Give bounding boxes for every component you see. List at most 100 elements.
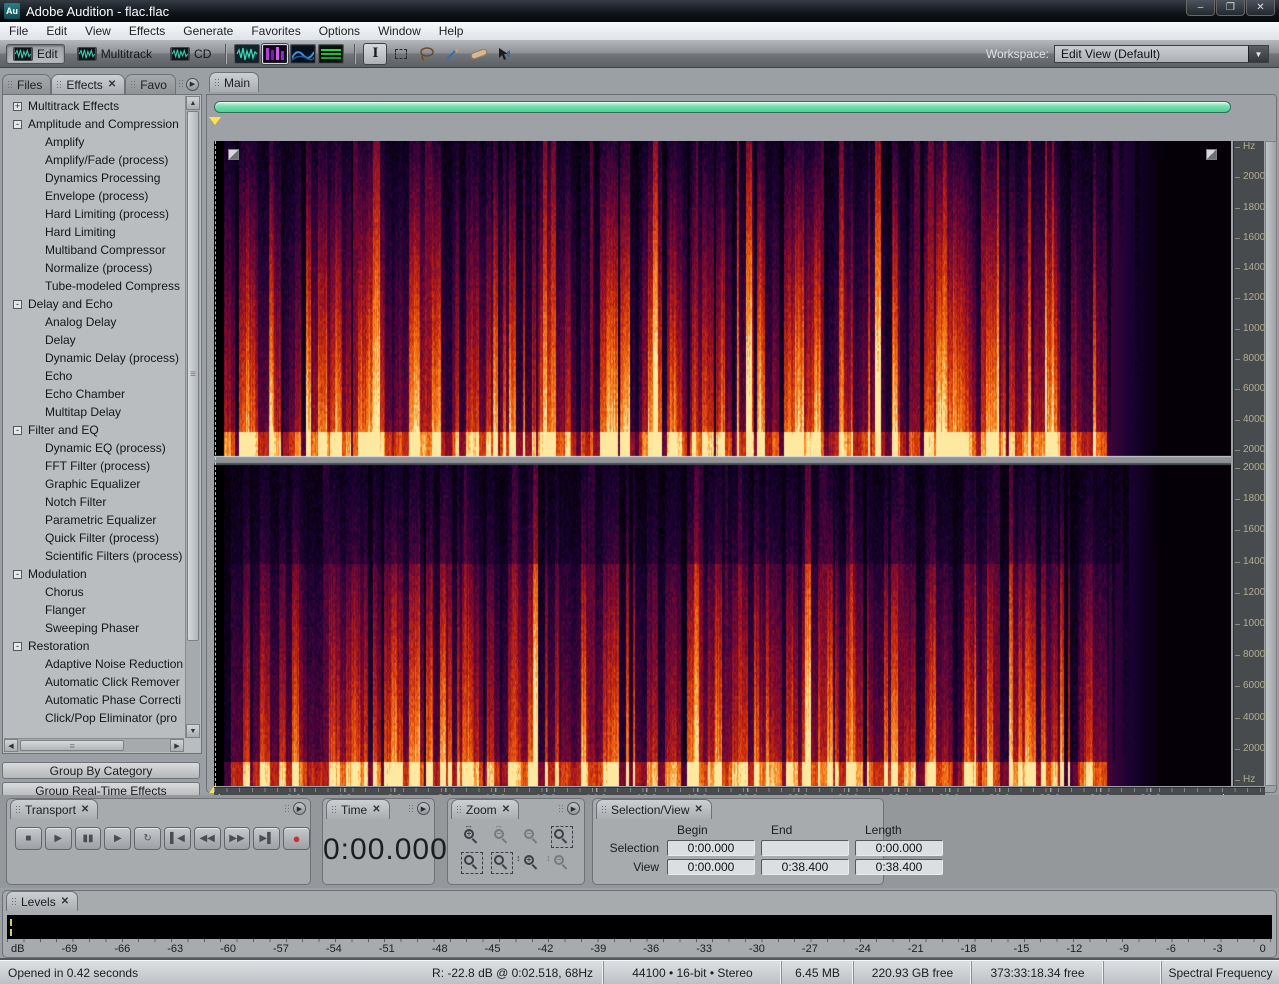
tab-favorites[interactable]: Favo [125,74,176,94]
workspace-dropdown[interactable]: Edit View (Default) ▼ [1054,45,1269,63]
scroll-down-arrow[interactable]: ▼ [186,724,200,738]
multitrack-view-button[interactable]: Multitrack [71,45,158,63]
effects-tree-item[interactable]: Notch Filter [5,493,184,511]
scrollbar-thumb[interactable]: ≡ [20,740,124,751]
playhead-marker-top[interactable] [209,117,221,125]
close-icon[interactable]: ✕ [502,804,510,815]
effects-tree-item[interactable]: Amplify [5,133,184,151]
display-grip-right[interactable] [1206,149,1217,160]
effects-tree-item[interactable]: Envelope (process) [5,187,184,205]
effects-tree-item[interactable]: - Filter and EQ [5,421,184,439]
view-begin-field[interactable]: 0:00.000 [667,859,755,875]
close-icon[interactable]: ✕ [81,804,89,815]
horizontal-scrollbar[interactable]: ◀ ≡ ▶ [4,738,184,752]
expand-collapse-icon[interactable]: - [13,642,22,651]
effects-tree-item[interactable]: Delay [5,331,184,349]
spectral-phase-display-button[interactable] [318,44,344,64]
effects-tree-item[interactable]: Automatic Phase Correcti [5,691,184,709]
tab-zoom[interactable]: Zoom ✕ [451,799,519,819]
scrub-tool[interactable] [493,43,517,65]
level-meter[interactable] [7,915,1272,939]
vertical-scrollbar[interactable]: ▲ ▼ [185,96,200,738]
effects-tree-item[interactable]: Normalize (process) [5,259,184,277]
spectral-pan-display-button[interactable] [290,44,316,64]
effects-tree-item[interactable]: Analog Delay [5,313,184,331]
selection-length-field[interactable]: 0:00.000 [855,840,943,856]
session-horizontal-scrollbar[interactable] [214,101,1231,113]
tab-transport[interactable]: Transport ✕ [10,799,98,819]
effects-tree-item[interactable]: + Multitrack Effects [5,97,184,115]
tab-selection-view[interactable]: Selection/View ✕ [596,799,712,819]
effects-tree-item[interactable]: - Amplitude and Compression [5,115,184,133]
effects-tree-item[interactable]: Adaptive Noise Reduction [5,655,184,673]
effects-tree-item[interactable]: Echo Chamber [5,385,184,403]
go-to-beginning-button[interactable]: ▌◀ [164,827,191,850]
marquee-selection-tool[interactable] [389,43,413,65]
play-looped-button[interactable]: ↻ [134,827,161,850]
tab-effects[interactable]: Effects ✕ [51,74,125,94]
panel-menu-button[interactable]: ▶ [293,802,306,815]
chevron-down-icon[interactable]: ▼ [1248,46,1268,62]
effects-tree-item[interactable]: - Modulation [5,565,184,583]
tab-main[interactable]: Main [209,72,259,92]
view-length-field[interactable]: 0:38.400 [855,859,943,875]
effects-paintbrush-tool[interactable] [441,43,465,65]
close-button[interactable]: ✕ [1246,0,1275,16]
menu-item[interactable]: Favorites [242,22,309,40]
close-icon[interactable]: ✕ [108,79,116,90]
zoom-out-full-button[interactable]: − [518,825,546,849]
zoom-in-vertical-button[interactable]: + [518,851,546,875]
view-end-field[interactable]: 0:38.400 [761,859,849,875]
effects-tree-item[interactable]: Parametric Equalizer [5,511,184,529]
menu-item[interactable]: Options [310,22,369,40]
tab-time[interactable]: Time ✕ [326,799,390,819]
effects-tree-item[interactable]: Multiband Compressor [5,241,184,259]
close-icon[interactable]: ✕ [695,804,703,815]
effects-tree-item[interactable]: Scientific Filters (process) [5,547,184,565]
effects-tree-item[interactable]: Automatic Click Remover [5,673,184,691]
minimize-button[interactable]: – [1186,0,1215,16]
group-by-category-button[interactable]: Group By Category [2,762,200,779]
effects-tree-item[interactable]: Amplify/Fade (process) [5,151,184,169]
zoom-to-selection-button[interactable] [548,825,576,849]
effects-tree-item[interactable]: Click/Pop Eliminator (pro [5,709,184,727]
effects-tree-item[interactable]: Echo [5,367,184,385]
effects-tree-item[interactable]: Dynamics Processing [5,169,184,187]
spectral-display[interactable] [214,141,1231,786]
vertical-zoom-strip[interactable] [1265,141,1277,786]
zoom-out-vertical-button[interactable]: − [548,851,576,875]
lasso-selection-tool[interactable] [415,43,439,65]
play-from-cursor-button[interactable]: ▶ [104,827,131,850]
display-mode[interactable]: Spectral Frequency [1161,961,1279,984]
effects-tree-item[interactable]: - Delay and Echo [5,295,184,313]
expand-collapse-icon[interactable]: - [13,120,22,129]
expand-collapse-icon[interactable]: - [13,426,22,435]
close-icon[interactable]: ✕ [372,804,380,815]
menu-item[interactable]: Generate [174,22,242,40]
zoom-out-horizontal-button[interactable]: − [488,825,516,849]
scrollbar-thumb[interactable] [187,111,199,641]
effects-tree-item[interactable]: FFT Filter (process) [5,457,184,475]
scroll-up-arrow[interactable]: ▲ [186,96,200,110]
zoom-to-right-selection-button[interactable] [488,851,516,875]
display-grip-left[interactable] [228,149,239,160]
scroll-left-arrow[interactable]: ◀ [4,739,18,752]
panel-menu-button[interactable]: ▶ [567,802,580,815]
expand-collapse-icon[interactable]: + [13,102,22,111]
effects-tree-item[interactable]: - Restoration [5,637,184,655]
go-to-end-button[interactable]: ▶▌ [253,827,280,850]
menu-item[interactable]: View [76,22,120,40]
cd-view-button[interactable]: CD [164,45,217,63]
effects-tree-item[interactable]: Quick Filter (process) [5,529,184,547]
restore-button[interactable]: ❐ [1216,0,1245,16]
effects-tree-item[interactable]: Multitap Delay [5,403,184,421]
spectrogram-canvas[interactable] [214,141,1231,786]
frequency-ruler[interactable]: Hz20000180001600014000120001000080006000… [1233,141,1264,786]
effects-tree-item[interactable]: Sweeping Phaser [5,619,184,637]
tab-files[interactable]: Files [2,74,51,94]
spectral-frequency-display-button[interactable] [262,44,288,64]
rewind-button[interactable]: ◀◀ [194,827,221,850]
menu-item[interactable]: Help [430,22,473,40]
effects-tree-item[interactable]: Hard Limiting [5,223,184,241]
time-selection-tool[interactable]: I [363,43,387,65]
